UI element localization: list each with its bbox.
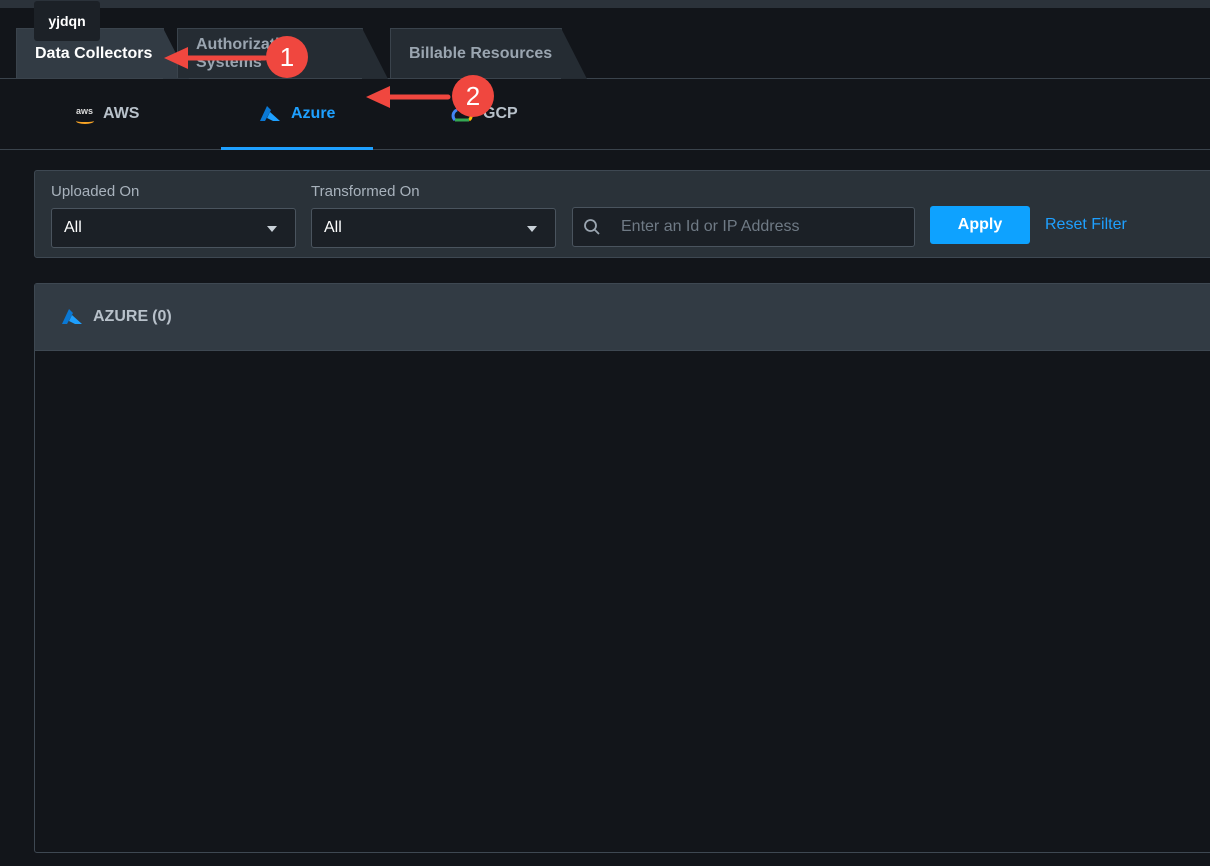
caret-down-icon: [527, 226, 537, 232]
filter-panel: Uploaded On All Transformed On All Apply…: [34, 170, 1210, 258]
panel-header: AZURE (0): [35, 284, 1210, 351]
annotation-arrow-1: [164, 47, 268, 69]
annotation-badge-1: 1: [266, 36, 308, 78]
panel-count: (0): [152, 308, 172, 325]
tab-label: Billable Resources: [409, 44, 553, 62]
caret-down-icon: [267, 226, 277, 232]
transformed-on-label: Transformed On: [311, 183, 420, 200]
azure-icon: [62, 309, 82, 324]
provider-tab-azure[interactable]: Azure: [220, 79, 375, 150]
provider-label: Azure: [291, 105, 336, 122]
provider-label: AWS: [103, 105, 140, 122]
annotation-arrow-2: [366, 86, 451, 108]
uploaded-on-label: Uploaded On: [51, 183, 140, 200]
aws-icon: aws: [76, 105, 95, 124]
azure-collectors-panel: AZURE (0): [34, 283, 1210, 853]
apply-button[interactable]: Apply: [930, 206, 1030, 244]
provider-tab-aws[interactable]: aws AWS: [76, 79, 139, 149]
azure-icon: [260, 106, 280, 121]
search-input[interactable]: [621, 208, 901, 246]
transformed-on-select[interactable]: All: [311, 208, 556, 248]
annotation-badge-2: 2: [452, 75, 494, 117]
panel-title: AZURE: [93, 308, 149, 325]
provider-tab-bar: aws AWS Azure GCP: [0, 79, 1210, 150]
transformed-on-value: All: [324, 219, 342, 236]
reset-filter-link[interactable]: Reset Filter: [1045, 216, 1127, 234]
uploaded-on-select[interactable]: All: [51, 208, 296, 248]
tooltip: yjdqn: [34, 1, 100, 41]
uploaded-on-value: All: [64, 219, 82, 236]
search-box: [572, 207, 915, 247]
search-icon: [584, 219, 600, 235]
top-strip: [0, 0, 1210, 8]
tab-label: Data Collectors: [35, 44, 153, 62]
tab-billable-resources[interactable]: Billable Resources: [390, 28, 587, 79]
